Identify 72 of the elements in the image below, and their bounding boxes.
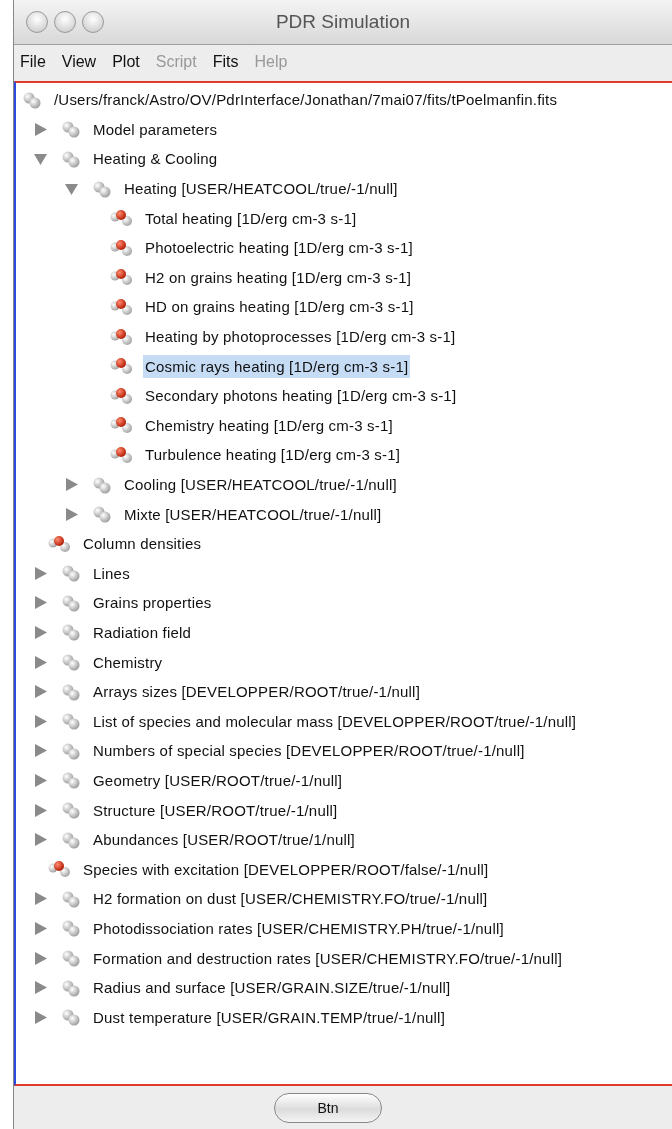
expand-triangle-icon[interactable] [34,626,47,639]
tree-item[interactable]: Secondary photons heating [1D/erg cm-3 s-1] [143,384,459,408]
expand-triangle-icon[interactable] [65,478,78,491]
collapse-triangle-icon[interactable] [65,182,78,196]
expand-triangle-icon[interactable] [34,714,47,728]
tree-item[interactable]: Dust temperature [USER/GRAIN.TEMP/true/-1/null] [91,1005,447,1029]
tree-item[interactable]: Radius and surface [USER/GRAIN.SIZE/true/-1/null] [91,976,453,1000]
tree-item[interactable]: Total heating [1D/erg cm-3 s-1] [143,206,359,230]
expand-triangle-icon[interactable] [34,596,47,610]
tree-item[interactable]: Chemistry [91,650,165,674]
expand-triangle-icon[interactable] [34,951,47,965]
molecule-icon [109,209,135,228]
molecule-icon [47,860,73,879]
tree-item[interactable]: Abundances [USER/ROOT/true/1/null] [91,828,357,852]
minimize-button[interactable] [54,11,76,33]
tree-item[interactable]: Photoelectric heating [1D/erg cm-3 s-1] [143,236,415,260]
tree-item[interactable]: H2 on grains heating [1D/erg cm-3 s-1] [143,265,414,289]
expand-triangle-icon[interactable] [34,803,47,817]
menu-item[interactable]: Fits [212,53,239,71]
menu-item[interactable]: View [61,53,97,71]
expand-triangle-icon[interactable] [65,507,78,521]
tree-item[interactable]: Arrays sizes [DEVELOPPER/ROOT/true/-1/null] [91,680,423,704]
tree-item[interactable]: H2 formation on dust [USER/CHEMISTRY.FO/true/-1/null] [91,887,490,911]
tree-item[interactable]: HD on grains heating [1D/erg cm-3 s-1] [143,295,416,319]
tree-item[interactable]: Geometry [USER/ROOT/true/-1/null] [91,768,345,792]
expand-triangle-icon[interactable] [34,921,47,935]
molecule-icon [109,357,135,376]
expand-triangle-icon[interactable] [34,833,47,847]
menu-item[interactable]: Plot [112,53,140,71]
molecule-icon [109,268,135,287]
tree-item[interactable]: Cosmic rays heating [1D/erg cm-3 s-1] [143,354,411,378]
expand-triangle-icon[interactable] [34,892,47,906]
tree-item[interactable]: Model parameters [91,117,220,141]
tree-item[interactable]: Column densities [81,532,204,556]
tree-item[interactable]: Cooling [USER/HEATCOOL/true/-1/null] [122,473,399,496]
expand-triangle-icon[interactable] [34,122,47,136]
tree-item[interactable]: Formation and destruction rates [USER/CHEMISTRY.FO/true/-1/null] [91,946,565,970]
molecule-icon [109,416,135,435]
tree-item[interactable]: Chemistry heating [1D/erg cm-3 s-1] [143,413,395,437]
molecule-icon [109,445,135,464]
tree-item[interactable]: Heating [USER/HEATCOOL/true/-1/null] [122,177,400,201]
molecule-icon [109,297,135,316]
window-title: PDR Simulation [274,11,412,33]
tree-item[interactable]: Grains properties [91,591,214,615]
tree-item[interactable]: Turbulence heating [1D/erg cm-3 s-1] [143,443,403,467]
molecule-icon [109,386,135,405]
collapse-triangle-icon[interactable] [34,152,47,166]
expand-triangle-icon[interactable] [34,981,47,995]
close-button[interactable] [26,11,48,33]
tree-item[interactable]: Radiation field [91,621,194,644]
molecule-icon [109,238,135,257]
tree-item[interactable]: Mixte [USER/HEATCOOL/true/-1/null] [122,502,384,526]
tree-item[interactable]: Structure [USER/ROOT/true/-1/null] [91,798,340,822]
tree-item[interactable]: Lines [91,561,132,585]
tree-item[interactable]: Numbers of special species [DEVELOPPER/ROOT/true/-1/null] [91,739,527,763]
tree-item[interactable]: Heating by photoprocesses [1D/erg cm-3 s-1] [143,325,458,349]
tree-item[interactable]: List of species and molecular mass [DEVELOPPER/ROOT/true/-1/null] [91,709,579,733]
expand-triangle-icon[interactable] [34,685,47,699]
molecule-icon [47,534,73,553]
expand-triangle-icon[interactable] [34,773,47,787]
tree-item[interactable]: Species with excitation [DEVELOPPER/ROOT/false/-1/null] [81,857,491,881]
btn-button[interactable]: Btn [274,1092,382,1123]
tree-root[interactable]: /Users/franck/Astro/OV/PdrInterface/Jonathan/7mai07/fits/tPoelmanfin.fits [52,88,560,112]
expand-triangle-icon[interactable] [34,1010,47,1024]
tree-item[interactable]: Photodissociation rates [USER/CHEMISTRY.PH/true/-1/null] [91,916,506,940]
zoom-button[interactable] [82,11,104,33]
tree-item[interactable]: Heating & Cooling [91,147,220,171]
molecule-icon [109,327,135,346]
menu-item[interactable]: File [20,53,46,71]
expand-triangle-icon[interactable] [34,655,47,669]
expand-triangle-icon[interactable] [34,744,47,758]
expand-triangle-icon[interactable] [34,566,47,580]
